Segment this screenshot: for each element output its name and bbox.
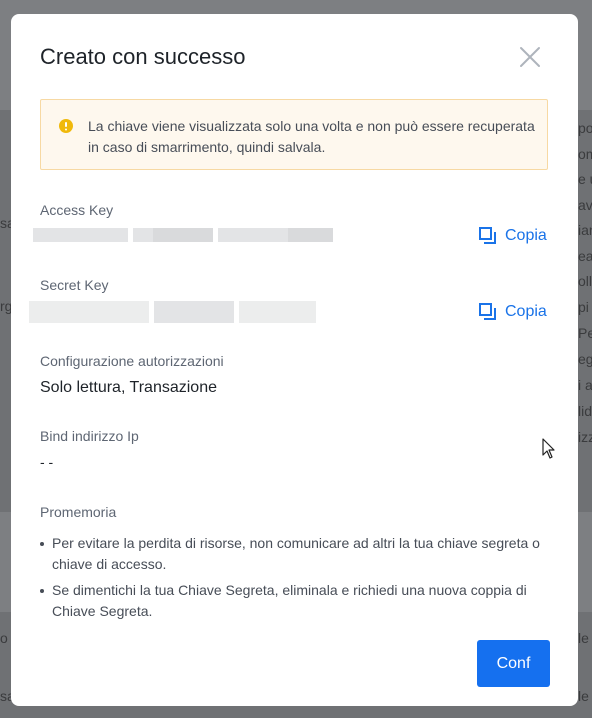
close-button[interactable] <box>517 44 543 70</box>
copy-icon <box>479 227 496 244</box>
ip-binding-value: - - <box>40 454 54 470</box>
background-text: lid <box>578 403 592 419</box>
warning-text: La chiave viene visualizzata solo una vo… <box>88 118 535 155</box>
list-item: Per evitare la perdita di risorse, non c… <box>40 533 548 575</box>
background-text: le <box>578 630 589 646</box>
confirm-button[interactable]: Conf <box>477 640 550 687</box>
background-text: oll <box>578 273 592 289</box>
background-text: Pe <box>578 325 592 341</box>
reminder-label: Promemoria <box>40 504 117 520</box>
secret-key-value <box>29 301 319 327</box>
warning-banner: La chiave viene visualizzata solo una vo… <box>40 99 548 170</box>
background-text: avi <box>578 197 592 213</box>
background-text: e u <box>578 171 592 187</box>
copy-access-key-button[interactable]: Copia <box>479 226 547 246</box>
copy-label: Copia <box>505 227 547 244</box>
copy-label: Copia <box>505 303 547 320</box>
warning-icon <box>59 119 73 133</box>
ip-binding-label: Bind indirizzo Ip <box>40 428 139 444</box>
background-text: ega <box>578 351 592 367</box>
secret-key-label: Secret Key <box>40 277 109 293</box>
mouse-cursor-icon <box>542 438 555 459</box>
background-text: le <box>578 688 589 704</box>
access-key-label: Access Key <box>40 202 114 218</box>
permissions-label: Configurazione autorizzazioni <box>40 353 224 369</box>
background-text: om <box>578 146 592 162</box>
close-icon <box>520 47 540 67</box>
background-text: izz <box>578 429 592 445</box>
dialog-title: Creato con successo <box>40 44 246 69</box>
background-text: o <box>0 630 8 646</box>
list-item: Se dimentichi la tua Chiave Segreta, eli… <box>40 580 548 622</box>
success-dialog: Creato con successo La chiave viene visu… <box>11 14 578 706</box>
background-text: pi <box>578 299 589 315</box>
background-text: po <box>578 120 592 136</box>
background-text: ea <box>578 248 592 264</box>
background-text: i a <box>578 377 592 393</box>
access-key-value <box>33 228 335 250</box>
background-text: ian <box>578 222 592 238</box>
copy-secret-key-button[interactable]: Copia <box>479 302 547 322</box>
permissions-value: Solo lettura, Transazione <box>40 379 217 396</box>
copy-icon <box>479 303 496 320</box>
reminder-list: Per evitare la perdita di risorse, non c… <box>40 533 548 627</box>
